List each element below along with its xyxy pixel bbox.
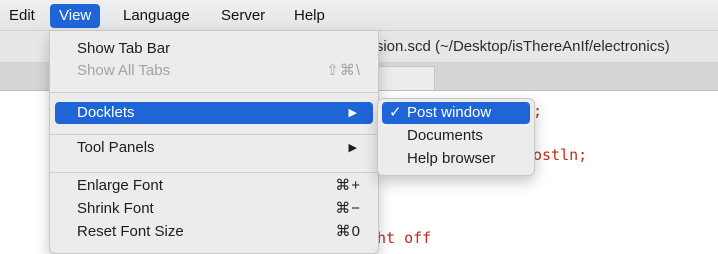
checkmark-icon: ✓ [389,104,402,121]
submenu-arrow-icon: ▶ [348,107,357,119]
show-all-tabs-item: Show All Tabs ⇧⌘\ [55,60,373,82]
menu-item-label: Show All Tabs [77,62,171,79]
menu-bar: Edit View Language Server Help [0,0,718,31]
menu-item-label: Enlarge Font [77,177,163,194]
submenu-arrow-icon: ▶ [348,142,357,154]
post-window-item[interactable]: ✓ Post window [382,102,530,124]
menu-help[interactable]: Help [285,4,334,28]
menu-item-label: Shrink Font [77,200,154,217]
shortcut-label: ⌘0 [335,223,361,240]
menu-separator [50,134,378,135]
help-browser-item[interactable]: Help browser [382,148,530,170]
docklets-item[interactable]: Docklets ▶ [55,102,373,124]
submenu-item-label: Help browser [407,150,496,167]
submenu-item-label: Documents [407,127,483,144]
menu-item-label: Reset Font Size [77,223,184,240]
menu-separator [50,172,378,173]
view-menu: Show Tab Bar Show All Tabs ⇧⌘\ Docklets … [49,31,379,254]
reset-font-size-item[interactable]: Reset Font Size ⌘0 [55,221,373,243]
menu-server[interactable]: Server [212,4,274,28]
shortcut-label: ⌘− [335,200,361,217]
menu-item-label: Show Tab Bar [77,40,171,57]
show-tab-bar-item[interactable]: Show Tab Bar [55,38,373,60]
shortcut-label: ⌘+ [335,177,361,194]
shortcut-label: ⇧⌘\ [326,62,361,79]
shrink-font-item[interactable]: Shrink Font ⌘− [55,198,373,220]
window-title: vision.scd (~/Desktop/isThereAnIf/electr… [365,38,670,55]
code-fragment[interactable]: ostln; [533,146,587,164]
docklets-submenu: ✓ Post window Documents Help browser [377,98,535,176]
documents-item[interactable]: Documents [382,125,530,147]
menu-edit[interactable]: Edit [0,4,44,28]
code-fragment[interactable]: ht off [377,229,431,247]
menu-separator [50,92,378,93]
menu-view[interactable]: View [50,4,101,28]
menu-language[interactable]: Language [114,4,199,28]
submenu-item-label: Post window [407,104,492,121]
enlarge-font-item[interactable]: Enlarge Font ⌘+ [55,175,373,197]
menu-item-label: Tool Panels [77,139,155,156]
menu-item-label: Docklets [77,104,135,121]
tool-panels-item[interactable]: Tool Panels ▶ [55,137,373,159]
